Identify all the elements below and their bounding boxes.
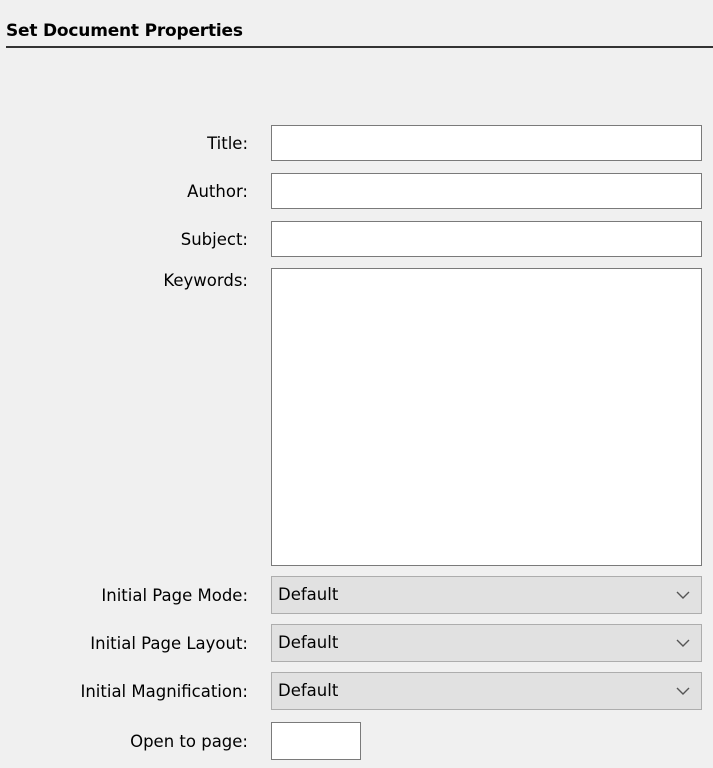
open-to-page-field[interactable] bbox=[271, 722, 361, 760]
page-mode-select[interactable]: Default bbox=[271, 576, 702, 614]
page-layout-select[interactable]: Default bbox=[271, 624, 702, 662]
chevron-down-icon bbox=[676, 687, 690, 695]
subject-label: Subject: bbox=[180, 230, 248, 249]
section-title: Set Document Properties bbox=[6, 21, 243, 41]
title-label: Title: bbox=[207, 134, 248, 153]
magnification-select[interactable]: Default bbox=[271, 672, 702, 710]
author-label: Author: bbox=[187, 182, 248, 201]
open-to-page-label: Open to page: bbox=[130, 732, 248, 751]
subject-field[interactable] bbox=[271, 221, 702, 257]
title-field[interactable] bbox=[271, 125, 702, 161]
chevron-down-icon bbox=[676, 639, 690, 647]
chevron-down-icon bbox=[676, 591, 690, 599]
magnification-value: Default bbox=[278, 681, 339, 700]
page-layout-value: Default bbox=[278, 633, 339, 652]
page-mode-value: Default bbox=[278, 585, 339, 604]
section-header: Set Document Properties bbox=[6, 18, 713, 48]
author-field[interactable] bbox=[271, 173, 702, 209]
magnification-label: Initial Magnification: bbox=[80, 682, 248, 701]
document-properties-panel: Set Document Properties Title: Author: S… bbox=[0, 0, 713, 768]
keywords-field[interactable] bbox=[271, 268, 702, 566]
page-mode-label: Initial Page Mode: bbox=[101, 586, 248, 605]
keywords-label: Keywords: bbox=[163, 271, 248, 290]
page-layout-label: Initial Page Layout: bbox=[90, 634, 248, 653]
